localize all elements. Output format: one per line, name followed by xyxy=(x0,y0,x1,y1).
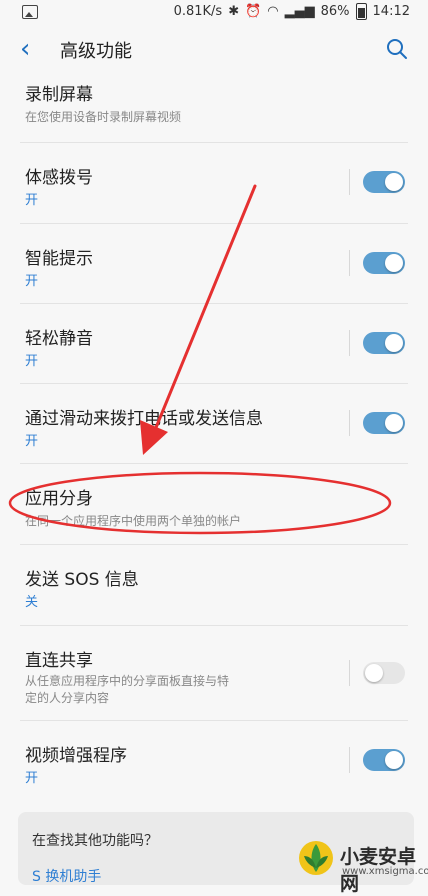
toggle-switch[interactable] xyxy=(363,332,405,354)
setting-state: 开 xyxy=(25,274,39,289)
setting-description-line1: 从任意应用程序中的分享面板直接与特 xyxy=(25,674,230,688)
toggle-knob xyxy=(385,414,403,432)
watermark-url: www.xmsigma.com xyxy=(342,866,428,877)
battery-percent: 86% xyxy=(320,4,350,19)
toggle-switch[interactable] xyxy=(363,252,405,274)
status-right: 0.81K/s ✱ ⏰ ◠ ▂▄▆ 86% 14:12 xyxy=(174,3,410,20)
status-bar: 0.81K/s ✱ ⏰ ◠ ▂▄▆ 86% 14:12 xyxy=(0,0,428,26)
card-question: 在查找其他功能吗？ xyxy=(32,833,158,849)
app-bar: ‹ 高级功能 xyxy=(0,26,428,74)
toggle-switch[interactable] xyxy=(363,662,405,684)
setting-motion-dial[interactable]: 体感拨号 开 xyxy=(0,143,428,223)
bluetooth-icon: ✱ xyxy=(228,4,240,19)
setting-state: 关 xyxy=(25,595,39,610)
setting-description-line2: 定的人分享内容 xyxy=(25,691,110,705)
alarm-icon: ⏰ xyxy=(245,4,262,19)
setting-state: 开 xyxy=(25,771,39,786)
separator xyxy=(349,660,350,686)
setting-send-sos[interactable]: 发送 SOS 信息 关 xyxy=(0,545,428,625)
toggle-knob xyxy=(385,334,403,352)
back-button[interactable]: ‹ xyxy=(20,36,42,62)
setting-state: 开 xyxy=(25,354,39,369)
smart-switch-link[interactable]: S 换机助手 xyxy=(32,866,101,886)
toggle-knob xyxy=(385,254,403,272)
setting-state: 开 xyxy=(25,193,39,208)
separator xyxy=(349,250,350,276)
setting-state: 开 xyxy=(25,434,39,449)
setting-description: 在同一个应用程序中使用两个单独的帐户 xyxy=(25,514,242,528)
toggle-switch[interactable] xyxy=(363,412,405,434)
toggle-knob xyxy=(385,173,403,191)
search-button[interactable] xyxy=(384,36,410,62)
watermark: 小麦安卓网 www.xmsigma.com xyxy=(292,838,428,895)
separator xyxy=(349,410,350,436)
toggle-knob xyxy=(365,664,383,682)
setting-label: 轻松静音 xyxy=(25,329,93,349)
setting-swipe-to-call[interactable]: 通过滑动来拨打电话或发送信息 开 xyxy=(0,384,428,464)
network-speed: 0.81K/s xyxy=(173,4,223,19)
setting-label: 应用分身 xyxy=(25,489,93,509)
clock: 14:12 xyxy=(372,4,410,19)
search-icon xyxy=(387,39,407,59)
setting-label: 通过滑动来拨打电话或发送信息 xyxy=(25,409,263,429)
setting-easy-mute[interactable]: 轻松静音 开 xyxy=(0,304,428,384)
setting-label: 视频增强程序 xyxy=(25,746,127,766)
wifi-icon: ◠ xyxy=(267,4,279,19)
setting-label: 发送 SOS 信息 xyxy=(25,570,139,590)
setting-video-enhancer[interactable]: 视频增强程序 开 xyxy=(0,721,428,801)
setting-label: 智能提示 xyxy=(25,249,93,269)
separator xyxy=(349,747,350,773)
page-title: 高级功能 xyxy=(60,41,132,62)
setting-description: 在您使用设备时录制屏幕视频 xyxy=(25,110,182,124)
toggle-switch[interactable] xyxy=(363,749,405,771)
watermark-logo xyxy=(299,841,333,875)
setting-label: 直连共享 xyxy=(25,651,93,671)
setting-smart-alert[interactable]: 智能提示 开 xyxy=(0,224,428,304)
image-icon xyxy=(22,5,38,19)
setting-dual-messenger[interactable]: 应用分身 在同一个应用程序中使用两个单独的帐户 xyxy=(0,464,428,544)
separator xyxy=(349,169,350,195)
toggle-knob xyxy=(385,751,403,769)
setting-label: 体感拨号 xyxy=(25,168,93,188)
separator xyxy=(349,330,350,356)
setting-label: 录制屏幕 xyxy=(25,85,93,105)
signal-icon: ▂▄▆ xyxy=(284,4,315,19)
toggle-switch[interactable] xyxy=(363,171,405,193)
setting-direct-share[interactable]: 直连共享 从任意应用程序中的分享面板直接与特 定的人分享内容 xyxy=(0,626,428,716)
battery-icon xyxy=(355,3,367,20)
